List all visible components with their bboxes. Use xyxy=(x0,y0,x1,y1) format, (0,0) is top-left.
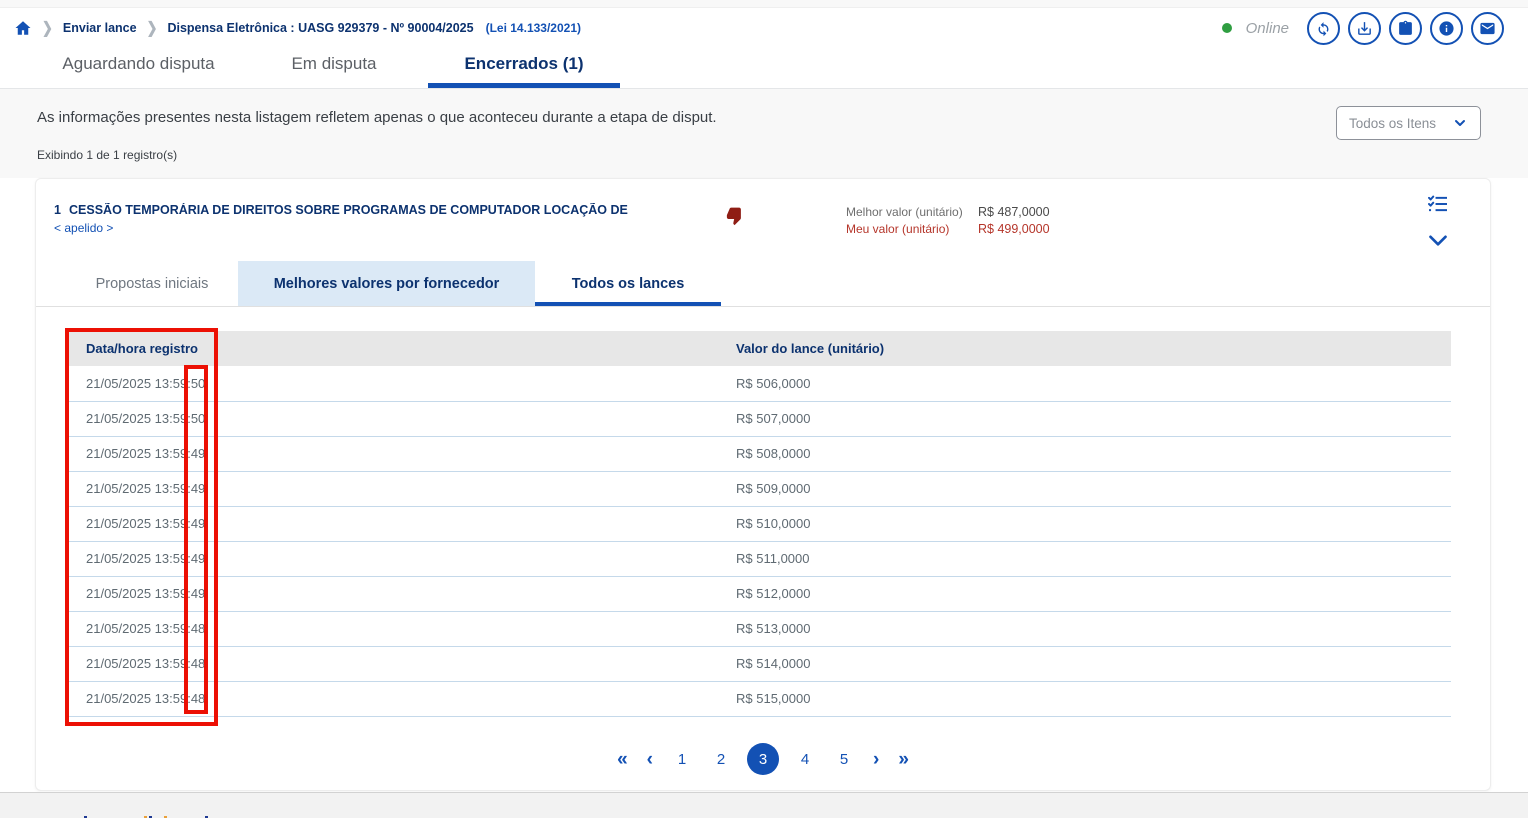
pagination-page-2[interactable]: 2 xyxy=(708,751,734,768)
breadcrumb-item-dispensa: Dispensa Eletrônica : UASG 929379 - Nº 9… xyxy=(167,21,473,35)
bid-value: R$ 513,0000 xyxy=(736,611,1451,646)
bid-datetime: 21/05/2025 13:59:49 xyxy=(66,541,736,576)
refresh-icon xyxy=(1315,20,1332,37)
download-icon xyxy=(1356,20,1373,37)
mail-icon xyxy=(1479,20,1496,37)
thumbs-down-icon xyxy=(726,205,747,231)
breadcrumb-item-enviar-lance[interactable]: Enviar lance xyxy=(63,21,137,35)
pagination-last-button[interactable]: » xyxy=(895,750,912,769)
bid-value: R$ 507,0000 xyxy=(736,401,1451,436)
law-link[interactable]: (Lei 14.133/2021) xyxy=(486,21,581,35)
subtab-propostas-iniciais[interactable]: Propostas iniciais xyxy=(66,261,238,306)
pagination-page-5[interactable]: 5 xyxy=(831,751,857,768)
bids-table: Data/hora registro Valor do lance (unitá… xyxy=(66,331,1451,717)
table-row: 21/05/2025 13:59:49 R$ 508,0000 xyxy=(66,436,1451,471)
pagination-first-button[interactable]: « xyxy=(614,750,631,769)
bid-value: R$ 514,0000 xyxy=(736,646,1451,681)
bid-value: R$ 512,0000 xyxy=(736,576,1451,611)
bid-datetime: 21/05/2025 13:59:48 xyxy=(66,611,736,646)
bids-table-body: 21/05/2025 13:59:50 R$ 506,0000 21/05/20… xyxy=(66,366,1451,716)
column-header-datetime: Data/hora registro xyxy=(66,331,736,366)
bid-datetime: 21/05/2025 13:59:50 xyxy=(66,366,736,401)
table-row: 21/05/2025 13:59:49 R$ 512,0000 xyxy=(66,576,1451,611)
info-icon xyxy=(1438,20,1455,37)
subtab-todos-os-lances[interactable]: Todos os lances xyxy=(535,261,721,306)
tab-aguardando-disputa[interactable]: Aguardando disputa xyxy=(37,46,240,82)
clipboard-button[interactable] xyxy=(1389,12,1422,45)
breadcrumb-separator-icon: ❯ xyxy=(42,18,53,37)
subtab-melhores-valores[interactable]: Melhores valores por fornecedor xyxy=(238,261,535,306)
tab-em-disputa[interactable]: Em disputa xyxy=(240,46,428,82)
best-value: R$ 487,0000 xyxy=(978,204,1050,221)
item-nickname-link[interactable]: < apelido > xyxy=(54,221,113,235)
pagination-page-4[interactable]: 4 xyxy=(792,751,818,768)
table-row: 21/05/2025 13:59:48 R$ 513,0000 xyxy=(66,611,1451,646)
notice-text: As informações presentes nesta listagem … xyxy=(37,109,717,126)
clipboard-icon xyxy=(1397,20,1414,37)
footer-strip xyxy=(0,792,1528,818)
table-row: 21/05/2025 13:59:49 R$ 511,0000 xyxy=(66,541,1451,576)
notice-band: As informações presentes nesta listagem … xyxy=(0,89,1528,178)
bid-value: R$ 506,0000 xyxy=(736,366,1451,401)
expand-chevron-icon[interactable] xyxy=(1428,234,1448,253)
values-block: Melhor valor (unitário) R$ 487,0000 Meu … xyxy=(846,204,1050,238)
mail-button[interactable] xyxy=(1471,12,1504,45)
bid-value: R$ 511,0000 xyxy=(736,541,1451,576)
bid-value: R$ 515,0000 xyxy=(736,681,1451,716)
bid-value: R$ 508,0000 xyxy=(736,436,1451,471)
top-strip xyxy=(0,0,1528,8)
my-value-label: Meu valor (unitário) xyxy=(846,221,978,238)
bid-datetime: 21/05/2025 13:59:48 xyxy=(66,646,736,681)
bid-datetime: 21/05/2025 13:59:49 xyxy=(66,471,736,506)
pagination-page-1[interactable]: 1 xyxy=(669,751,695,768)
bid-datetime: 21/05/2025 13:59:49 xyxy=(66,576,736,611)
home-icon[interactable] xyxy=(14,19,32,37)
chevron-down-icon xyxy=(1452,115,1468,131)
table-row: 21/05/2025 13:59:50 R$ 506,0000 xyxy=(66,366,1451,401)
item-number: 1 xyxy=(54,203,61,217)
bid-value: R$ 509,0000 xyxy=(736,471,1451,506)
table-row: 21/05/2025 13:59:49 R$ 509,0000 xyxy=(66,471,1451,506)
subtabs-divider xyxy=(36,306,1490,307)
breadcrumb: ❯ Enviar lance ❯ Dispensa Eletrônica : U… xyxy=(14,19,581,37)
item-card-actions xyxy=(1428,195,1448,253)
table-row: 21/05/2025 13:59:50 R$ 507,0000 xyxy=(66,401,1451,436)
sub-tabs: Propostas iniciais Melhores valores por … xyxy=(66,261,721,306)
bid-datetime: 21/05/2025 13:59:49 xyxy=(66,506,736,541)
best-value-label: Melhor valor (unitário) xyxy=(846,204,978,221)
main-tabs: Aguardando disputa Em disputa Encerrados… xyxy=(37,46,620,82)
item-title: CESSÃO TEMPORÁRIA DE DIREITOS SOBRE PROG… xyxy=(69,203,629,217)
online-status-label: Online xyxy=(1246,20,1289,37)
table-row: 21/05/2025 13:59:48 R$ 514,0000 xyxy=(66,646,1451,681)
header-row: ❯ Enviar lance ❯ Dispensa Eletrônica : U… xyxy=(0,9,1528,47)
download-button[interactable] xyxy=(1348,12,1381,45)
items-filter-dropdown[interactable]: Todos os Itens xyxy=(1336,106,1481,140)
bids-table-header-row: Data/hora registro Valor do lance (unitá… xyxy=(66,331,1451,366)
showing-records-text: Exibindo 1 de 1 registro(s) xyxy=(37,148,177,162)
table-row: 21/05/2025 13:59:49 R$ 510,0000 xyxy=(66,506,1451,541)
column-header-value: Valor do lance (unitário) xyxy=(736,331,1451,366)
bid-datetime: 21/05/2025 13:59:48 xyxy=(66,681,736,716)
my-value-row: Meu valor (unitário) R$ 499,0000 xyxy=(846,221,1050,238)
pagination: « ‹ 1 2 3 4 5 › » xyxy=(36,741,1490,777)
items-filter-value: Todos os Itens xyxy=(1349,116,1436,131)
checklist-icon[interactable] xyxy=(1428,195,1448,218)
bid-datetime: 21/05/2025 13:59:49 xyxy=(66,436,736,471)
bid-value: R$ 510,0000 xyxy=(736,506,1451,541)
best-value-row: Melhor valor (unitário) R$ 487,0000 xyxy=(846,204,1050,221)
breadcrumb-separator-icon: ❯ xyxy=(147,18,158,37)
my-value: R$ 499,0000 xyxy=(978,221,1050,238)
pagination-page-3-current[interactable]: 3 xyxy=(747,743,779,775)
pagination-prev-button[interactable]: ‹ xyxy=(644,750,656,769)
info-button[interactable] xyxy=(1430,12,1463,45)
tab-encerrados[interactable]: Encerrados (1) xyxy=(428,46,620,82)
refresh-button[interactable] xyxy=(1307,12,1340,45)
bid-datetime: 21/05/2025 13:59:50 xyxy=(66,401,736,436)
top-actions: Online xyxy=(1222,12,1504,45)
item-card: 1 CESSÃO TEMPORÁRIA DE DIREITOS SOBRE PR… xyxy=(35,178,1491,791)
online-status-dot xyxy=(1222,23,1232,33)
pagination-next-button[interactable]: › xyxy=(870,750,882,769)
table-row: 21/05/2025 13:59:48 R$ 515,0000 xyxy=(66,681,1451,716)
screen: ❯ Enviar lance ❯ Dispensa Eletrônica : U… xyxy=(0,0,1528,818)
